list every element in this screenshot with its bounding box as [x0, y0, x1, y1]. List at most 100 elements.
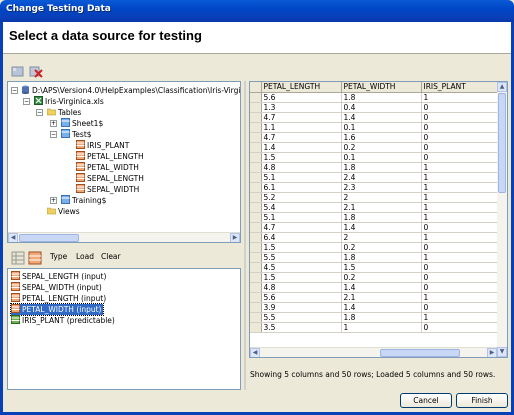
list-item-selected[interactable]: PETAL_WIDTH (input) — [9, 303, 105, 316]
table-cell[interactable]: 1.5 — [261, 242, 342, 253]
table-cell[interactable]: 0 — [421, 102, 502, 113]
column-header[interactable]: PETAL_WIDTH — [341, 82, 422, 93]
collapse-icon[interactable]: − — [11, 87, 18, 94]
table-row[interactable]: 4.5 1.5 0 — [250, 262, 502, 273]
list-item[interactable]: PETAL_LENGTH (input) — [11, 293, 108, 304]
table-cell[interactable]: 1.4 — [261, 142, 342, 153]
row-header[interactable] — [250, 242, 262, 253]
table-cell[interactable]: 1 — [421, 202, 502, 213]
table-row[interactable]: 1.4 0.2 0 — [250, 142, 502, 153]
table-cell[interactable]: 3.5 — [261, 322, 342, 333]
row-header[interactable] — [250, 202, 262, 213]
row-header[interactable] — [250, 152, 262, 163]
table-row[interactable]: 1.5 0.2 0 — [250, 242, 502, 253]
list-item[interactable]: IRIS_PLANT (predictable) — [11, 315, 117, 326]
row-header[interactable] — [250, 262, 262, 273]
table-row[interactable]: 5.5 1.8 1 — [250, 312, 502, 323]
table-cell[interactable]: 0 — [421, 112, 502, 123]
table-cell[interactable]: 0 — [421, 262, 502, 273]
table-cell[interactable]: 5.6 — [261, 92, 342, 103]
table-cell[interactable]: 5.1 — [261, 212, 342, 223]
table-cell[interactable]: 5.1 — [261, 172, 342, 183]
table-cell[interactable]: 1 — [421, 192, 502, 203]
column-header[interactable]: IRIS_PLANT — [421, 82, 502, 93]
table-row[interactable]: 4.7 1.4 0 — [250, 112, 502, 123]
table-cell[interactable]: 1 — [421, 232, 502, 243]
tree-item-test[interactable]: Test$ — [61, 129, 92, 140]
row-header[interactable] — [250, 272, 262, 283]
table-row[interactable]: 5.4 2.1 1 — [250, 202, 502, 213]
table-row[interactable]: 5.5 1.8 1 — [250, 252, 502, 263]
collapse-icon[interactable]: − — [23, 98, 30, 105]
table-cell[interactable]: 1.5 — [261, 152, 342, 163]
table-cell[interactable]: 1.4 — [341, 282, 422, 293]
table-cell[interactable]: 4.7 — [261, 112, 342, 123]
table-row[interactable]: 1.1 0.1 0 — [250, 122, 502, 133]
tree-item-views[interactable]: Views — [46, 206, 80, 217]
table-cell[interactable]: 3.9 — [261, 302, 342, 313]
table-cell[interactable]: 0 — [421, 222, 502, 233]
finish-button[interactable]: Finish — [456, 393, 508, 408]
scroll-left-icon[interactable]: ◀ — [8, 233, 18, 242]
table-row[interactable]: 5.2 2 1 — [250, 192, 502, 203]
table-cell[interactable]: 0 — [421, 242, 502, 253]
table-cell[interactable]: 1.5 — [261, 272, 342, 283]
scrollbar-thumb[interactable] — [380, 349, 460, 357]
table-cell[interactable]: 0.1 — [341, 152, 422, 163]
grid-horizontal-scrollbar[interactable]: ◀ ▶ — [250, 347, 497, 357]
tree-item-file[interactable]: Iris-Virginica.xls — [34, 96, 104, 107]
table-row[interactable]: 5.1 2.4 1 — [250, 172, 502, 183]
panel-splitter[interactable] — [244, 81, 246, 390]
row-header[interactable] — [250, 192, 262, 203]
row-header[interactable] — [250, 312, 262, 323]
table-cell[interactable]: 2.4 — [341, 172, 422, 183]
table-row[interactable]: 4.8 1.4 0 — [250, 282, 502, 293]
table-cell[interactable]: 6.1 — [261, 182, 342, 193]
table-cell[interactable]: 1.8 — [341, 212, 422, 223]
table-cell[interactable]: 1.8 — [341, 92, 422, 103]
table-row[interactable]: 1.3 0.4 0 — [250, 102, 502, 113]
collapse-icon[interactable]: − — [50, 131, 57, 138]
table-cell[interactable]: 0 — [421, 142, 502, 153]
scrollbar-thumb[interactable] — [498, 93, 506, 193]
table-cell[interactable]: 0 — [421, 302, 502, 313]
table-cell[interactable]: 5.4 — [261, 202, 342, 213]
add-source-icon[interactable] — [11, 64, 25, 78]
table-cell[interactable]: 1 — [421, 252, 502, 263]
table-cell[interactable]: 2.1 — [341, 202, 422, 213]
row-header[interactable] — [250, 92, 262, 103]
table-row[interactable]: 3.5 1 0 — [250, 322, 502, 333]
row-header[interactable] — [250, 252, 262, 263]
row-header[interactable] — [250, 212, 262, 223]
row-header[interactable] — [250, 122, 262, 133]
tree-item-column[interactable]: PETAL_WIDTH — [76, 162, 139, 173]
table-cell[interactable]: 1 — [421, 172, 502, 183]
grid-vertical-scrollbar[interactable]: ▲ ▼ — [497, 82, 507, 357]
table-cell[interactable]: 6.4 — [261, 232, 342, 243]
table-cell[interactable]: 1.8 — [341, 162, 422, 173]
tree-horizontal-scrollbar[interactable]: ◀ ▶ — [8, 232, 240, 242]
table-cell[interactable]: 0.1 — [341, 122, 422, 133]
table-cell[interactable]: 0 — [421, 152, 502, 163]
table-cell[interactable]: 0 — [421, 282, 502, 293]
tree-item-column[interactable]: SEPAL_WIDTH — [76, 184, 139, 195]
row-header[interactable] — [250, 292, 262, 303]
row-header[interactable] — [250, 322, 262, 333]
table-cell[interactable]: 1 — [421, 92, 502, 103]
table-cell[interactable]: 5.2 — [261, 192, 342, 203]
row-header[interactable] — [250, 182, 262, 193]
expand-icon[interactable]: + — [50, 197, 57, 204]
row-header[interactable] — [250, 172, 262, 183]
load-button[interactable]: Load — [76, 252, 94, 261]
table-cell[interactable]: 2 — [341, 192, 422, 203]
scroll-right-icon[interactable]: ▶ — [230, 233, 240, 242]
table-row[interactable]: 5.6 2.1 1 — [250, 292, 502, 303]
tree-item-column[interactable]: PETAL_LENGTH — [76, 151, 144, 162]
table-cell[interactable]: 1 — [421, 212, 502, 223]
fields-list[interactable]: SEPAL_LENGTH (input) SEPAL_WIDTH (input)… — [7, 268, 241, 390]
table-cell[interactable]: 1 — [421, 292, 502, 303]
table-row[interactable]: 6.4 2 1 — [250, 232, 502, 243]
row-header[interactable] — [250, 162, 262, 173]
tree-item-column[interactable]: SEPAL_LENGTH — [76, 173, 144, 184]
collapse-icon[interactable]: − — [36, 109, 43, 116]
